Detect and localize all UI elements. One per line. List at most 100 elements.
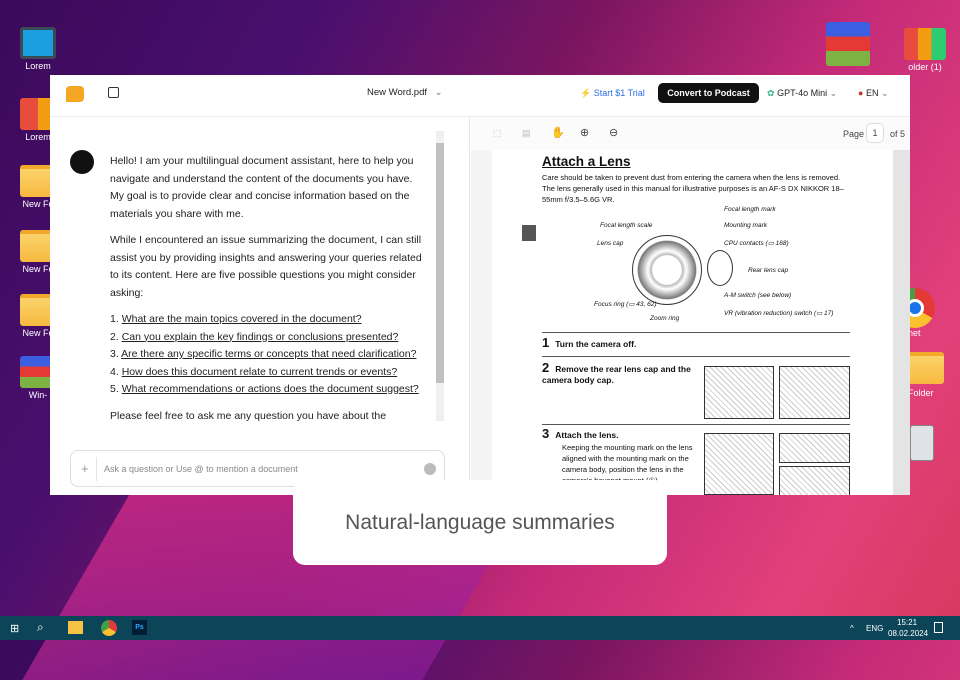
suggested-question[interactable]: What recommendations or actions does the… <box>122 383 419 395</box>
icon-label: Folder <box>908 388 934 398</box>
diagram-label: VR (vibration reduction) switch (▭ 17) <box>724 310 834 317</box>
message-paragraph: While I encountered an issue summarizing… <box>110 234 422 299</box>
chevron-down-icon: ⌄ <box>880 88 889 98</box>
trash-icon <box>910 425 934 461</box>
pdf-scrollbar[interactable] <box>893 150 910 495</box>
chrome-icon[interactable] <box>101 620 117 636</box>
diagram-label: Focal length scale <box>600 222 653 229</box>
start-trial-link[interactable]: ⚡ Start $1 Trial <box>580 88 645 99</box>
feature-caption: Natural-language summaries <box>293 480 667 565</box>
tray-chevron-icon[interactable]: ^ <box>850 624 854 633</box>
convert-to-podcast-button[interactable]: Convert to Podcast <box>658 83 759 103</box>
step-illustration <box>779 466 850 495</box>
select-icon[interactable]: ⬚ <box>493 128 502 139</box>
pdf-toolbar: ⬚ ▤ ✋ ⊕ ⊖ Page 1 of 5 <box>471 117 910 150</box>
message-paragraph: Hello! I am your multilingual document a… <box>110 155 414 220</box>
scrollbar-thumb[interactable] <box>436 143 444 383</box>
icon-label: New Fo <box>22 328 54 338</box>
chevron-down-icon: ⌄ <box>434 87 443 98</box>
trial-label: Start $1 Trial <box>593 88 645 98</box>
pdf-step: 2 Remove the rear lens cap and the camera… <box>542 360 691 385</box>
suggested-question[interactable]: Can you explain the key findings or conc… <box>122 331 399 343</box>
clock-date[interactable]: 08.02.2024 <box>888 629 928 638</box>
plus-icon[interactable]: + <box>81 461 89 476</box>
page-count: of 5 <box>890 129 906 139</box>
pdf-step: 3 Attach the lens. <box>542 426 619 441</box>
gpt-icon: ✿ <box>767 88 775 98</box>
pdf-page: Attach a Lens Care should be taken to pr… <box>492 150 893 495</box>
send-icon[interactable] <box>424 463 436 475</box>
note-icon <box>522 225 536 241</box>
document-icon[interactable]: ▤ <box>522 128 531 139</box>
photoshop-icon[interactable]: Ps <box>132 620 147 635</box>
archive-icon <box>826 22 870 66</box>
file-selector[interactable]: New Word.pdf ⌄ <box>367 87 443 98</box>
language-selector[interactable]: ● EN ⌄ <box>858 88 889 99</box>
icon-label: older (1) <box>908 62 942 72</box>
computer-icon <box>20 27 56 59</box>
step-illustration <box>704 366 774 419</box>
file-explorer-icon[interactable] <box>68 621 83 634</box>
icon-label: Win- <box>28 390 48 400</box>
suggested-question[interactable]: Are there any specific terms or concepts… <box>121 348 416 360</box>
diagram-label: CPU contacts (▭ 168) <box>724 240 789 247</box>
uk-flag-icon: ● <box>858 88 864 98</box>
chevron-down-icon: ⌄ <box>829 88 838 98</box>
pdf-paragraph: Care should be taken to prevent dust fro… <box>542 173 844 204</box>
desktop-icon-winrar[interactable] <box>820 22 876 68</box>
step-illustration <box>779 433 850 463</box>
app-logo-icon <box>66 86 84 102</box>
message-paragraph: Please feel free to ask me any question … <box>110 409 387 422</box>
rear-lens-cap-drawing <box>707 250 733 286</box>
suggested-question[interactable]: How does this document relate to current… <box>122 366 397 378</box>
desktop-icon-binders[interactable]: older (1) <box>890 28 960 72</box>
language-label: EN <box>865 88 879 98</box>
file-name: New Word.pdf <box>367 87 428 98</box>
taskbar: ⊞ ⌕ Ps ^ ENG 15:21 08.02.2024 <box>0 616 960 640</box>
suggested-question[interactable]: What are the main topics covered in the … <box>122 313 362 325</box>
hand-icon[interactable]: ✋ <box>551 126 565 139</box>
chat-panel: Hello! I am your multilingual document a… <box>50 117 470 495</box>
app-window: New Word.pdf ⌄ ⚡ Start $1 Trial Convert … <box>50 75 910 495</box>
pdf-viewer: ⬚ ▤ ✋ ⊕ ⊖ Page 1 of 5 Attach a Lens Care… <box>471 117 910 495</box>
diagram-label: Mounting mark <box>724 222 767 229</box>
icon-label: New Fo <box>22 264 54 274</box>
desktop-icon-folder[interactable]: Folder <box>908 352 960 398</box>
zoom-in-icon[interactable]: ⊕ <box>580 126 589 139</box>
diagram-label: Focus ring (▭ 43, 62) <box>594 301 657 308</box>
notifications-icon[interactable] <box>934 622 943 633</box>
desktop-icon-computer[interactable]: Lorem <box>10 27 66 71</box>
diagram-label: A-M switch (see below) <box>724 292 792 299</box>
icon-label: Lorem <box>25 132 51 142</box>
input-placeholder: Ask a question or Use @ to mention a doc… <box>104 464 298 474</box>
new-chat-icon[interactable] <box>108 87 119 98</box>
chat-scrollbar[interactable] <box>436 131 444 421</box>
folder-icon <box>908 352 944 384</box>
icon-label: New Fo <box>22 199 54 209</box>
page-number-input[interactable]: 1 <box>866 123 884 143</box>
lens-diagram <box>632 235 702 305</box>
app-header: New Word.pdf ⌄ ⚡ Start $1 Trial Convert … <box>50 75 910 117</box>
diagram-label: Focal length mark <box>724 206 776 213</box>
step-illustration <box>779 366 850 419</box>
language-indicator[interactable]: ENG <box>866 624 883 633</box>
step-illustration <box>704 433 774 495</box>
diagram-label: Zoom ring <box>650 315 680 322</box>
desktop-icon-recycle-bin[interactable] <box>910 425 936 461</box>
pdf-step: 1 Turn the camera off. <box>542 335 637 350</box>
assistant-message: Hello! I am your multilingual document a… <box>110 153 428 434</box>
lightning-icon: ⚡ <box>580 88 592 98</box>
model-label: GPT-4o Mini <box>777 88 828 98</box>
diagram-label: Rear lens cap <box>748 267 789 274</box>
windows-start-icon[interactable]: ⊞ <box>10 622 19 635</box>
icon-label: Lorem <box>25 61 51 71</box>
diagram-label: Lens cap <box>597 240 624 247</box>
model-selector[interactable]: ✿ GPT-4o Mini ⌄ <box>767 88 837 99</box>
search-icon[interactable]: ⌕ <box>37 620 44 635</box>
assistant-avatar <box>70 150 94 174</box>
clock-time[interactable]: 15:21 <box>897 618 917 627</box>
page-label: Page <box>843 129 865 139</box>
binder-icon <box>904 28 946 60</box>
suggested-questions: 1. What are the main topics covered in t… <box>110 313 419 395</box>
zoom-out-icon[interactable]: ⊖ <box>609 126 618 139</box>
